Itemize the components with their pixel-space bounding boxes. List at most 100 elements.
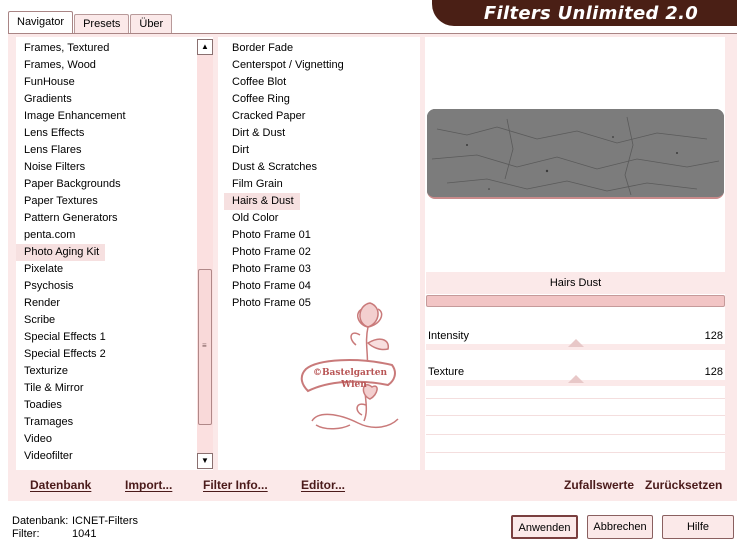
datenbank-button[interactable]: Datenbank (30, 478, 91, 492)
category-item-label: Texturize (24, 365, 69, 377)
filter-name-label: Hairs Dust (426, 272, 725, 294)
category-item[interactable]: Photo Aging Kit (16, 244, 196, 261)
category-item[interactable]: Render (16, 295, 196, 312)
filter-item[interactable]: Old Color (224, 210, 344, 227)
scroll-up-button[interactable]: ▲ (197, 39, 213, 55)
param-texture-value: 128 (704, 366, 723, 378)
cancel-button[interactable]: Abbrechen (587, 515, 653, 539)
category-item[interactable]: Tramages (16, 414, 196, 431)
status-filter-value: 1041 (72, 528, 97, 540)
filter-item[interactable]: Cracked Paper (224, 108, 344, 125)
category-item[interactable]: Scribe (16, 312, 196, 329)
filter-item-label: Dust & Scratches (232, 161, 317, 173)
apply-button[interactable]: Anwenden (511, 515, 578, 539)
intensity-slider-knob[interactable] (567, 339, 584, 347)
filter-item[interactable]: Dust & Scratches (224, 159, 344, 176)
tab-bar: Navigator Presets Über (8, 11, 173, 33)
category-item-label: Frames, Textured (24, 42, 110, 54)
filter-item[interactable]: Coffee Blot (224, 74, 344, 91)
divider (426, 434, 725, 435)
filter-item[interactable]: Dirt & Dust (224, 125, 344, 142)
category-item-label: FunHouse (24, 76, 75, 88)
category-item-label: Image Enhancement (24, 110, 126, 122)
tab-navigator[interactable]: Navigator (8, 11, 74, 33)
param-intensity-value: 128 (704, 330, 723, 342)
filter-item-label: Cracked Paper (232, 110, 306, 122)
category-item[interactable]: Texturize (16, 363, 196, 380)
category-item-label: Lens Flares (24, 144, 82, 156)
category-item[interactable]: Pattern Generators (16, 210, 196, 227)
category-item-label: Video (24, 433, 52, 445)
category-item[interactable]: Special Effects 2 (16, 346, 196, 363)
category-item[interactable]: Psychosis (16, 278, 196, 295)
category-item[interactable]: FunHouse (16, 74, 196, 91)
category-item[interactable]: Image Enhancement (16, 108, 196, 125)
category-item[interactable]: Gradients (16, 91, 196, 108)
category-item[interactable]: Frames, Textured (16, 40, 196, 57)
filter-item[interactable]: Photo Frame 01 (224, 227, 344, 244)
category-item[interactable]: Tile & Mirror (16, 380, 196, 397)
editor-button[interactable]: Editor... (301, 478, 345, 492)
category-item[interactable]: Paper Textures (16, 193, 196, 210)
filter-item[interactable]: Hairs & Dust (224, 193, 344, 210)
preview-image (427, 109, 724, 199)
category-item[interactable]: Special Effects 1 (16, 329, 196, 346)
status-db-label: Datenbank: (12, 515, 69, 527)
category-item-label: Psychosis (24, 280, 74, 292)
filter-item[interactable]: Film Grain (224, 176, 344, 193)
filter-item[interactable]: Photo Frame 02 (224, 244, 344, 261)
filter-item[interactable]: Coffee Ring (224, 91, 344, 108)
category-item[interactable]: Video (16, 431, 196, 448)
category-item-label: Pattern Generators (24, 212, 118, 224)
filter-item-label: Photo Frame 04 (232, 280, 311, 292)
randomize-button[interactable]: Zufallswerte (564, 478, 634, 492)
filter-item-label: Coffee Blot (232, 76, 287, 88)
category-scrollbar[interactable]: ▲ ≡ ▼ (197, 39, 213, 469)
filter-info-button[interactable]: Filter Info... (203, 478, 268, 492)
category-item[interactable]: Videofilter (16, 448, 196, 465)
scroll-thumb[interactable]: ≡ (198, 269, 212, 425)
scroll-down-button[interactable]: ▼ (197, 453, 213, 469)
watermark-logo: ©Bastelgarten Wien (300, 302, 399, 430)
divider (426, 452, 725, 453)
status-filter-label: Filter: (12, 528, 40, 540)
filter-item-label: Border Fade (232, 42, 294, 54)
category-item[interactable]: Toadies (16, 397, 196, 414)
watermark-line1: ©Bastelgarten (313, 368, 388, 378)
filter-item-label: Centerspot / Vignetting (232, 59, 344, 71)
filter-item-label: Photo Frame 02 (232, 246, 311, 258)
filter-item[interactable]: Centerspot / Vignetting (224, 57, 344, 74)
category-list[interactable]: Frames, Textured Frames, Wood FunHouse Grad… (16, 37, 213, 470)
category-item[interactable]: penta.com (16, 227, 196, 244)
reset-button[interactable]: Zurücksetzen (645, 478, 722, 492)
tab-about[interactable]: Über (130, 14, 173, 33)
filter-item-label: Dirt & Dust (232, 127, 286, 139)
param-texture-label: Texture (428, 366, 465, 378)
tab-presets[interactable]: Presets (74, 14, 130, 33)
help-button[interactable]: Hilfe (662, 515, 734, 539)
category-item[interactable]: Lens Flares (16, 142, 196, 159)
category-item[interactable]: Paper Backgrounds (16, 176, 196, 193)
category-item[interactable]: Lens Effects (16, 125, 196, 142)
status-db-value: ICNET-Filters (72, 515, 138, 527)
filter-item[interactable]: Photo Frame 04 (224, 278, 344, 295)
category-item[interactable]: Pixelate (16, 261, 196, 278)
filter-item-label: Film Grain (232, 178, 283, 190)
intensity-slider[interactable] (426, 339, 725, 350)
texture-slider[interactable] (426, 375, 725, 386)
category-item[interactable]: Frames, Wood (16, 57, 196, 74)
filter-item[interactable]: Border Fade (224, 40, 344, 57)
import-button[interactable]: Import... (125, 478, 172, 492)
category-item-label: Scribe (24, 314, 56, 326)
category-item[interactable]: Noise Filters (16, 159, 196, 176)
texture-slider-knob[interactable] (567, 375, 584, 383)
category-item-label: penta.com (24, 229, 76, 241)
filter-item[interactable]: Dirt (224, 142, 344, 159)
category-item-label: Pixelate (24, 263, 64, 275)
category-item-label: Render (24, 297, 61, 309)
filter-item-label: Photo Frame 03 (232, 263, 311, 275)
divider (426, 398, 725, 399)
divider (426, 415, 725, 416)
category-item-label: Gradients (24, 93, 72, 105)
filter-item[interactable]: Photo Frame 03 (224, 261, 344, 278)
